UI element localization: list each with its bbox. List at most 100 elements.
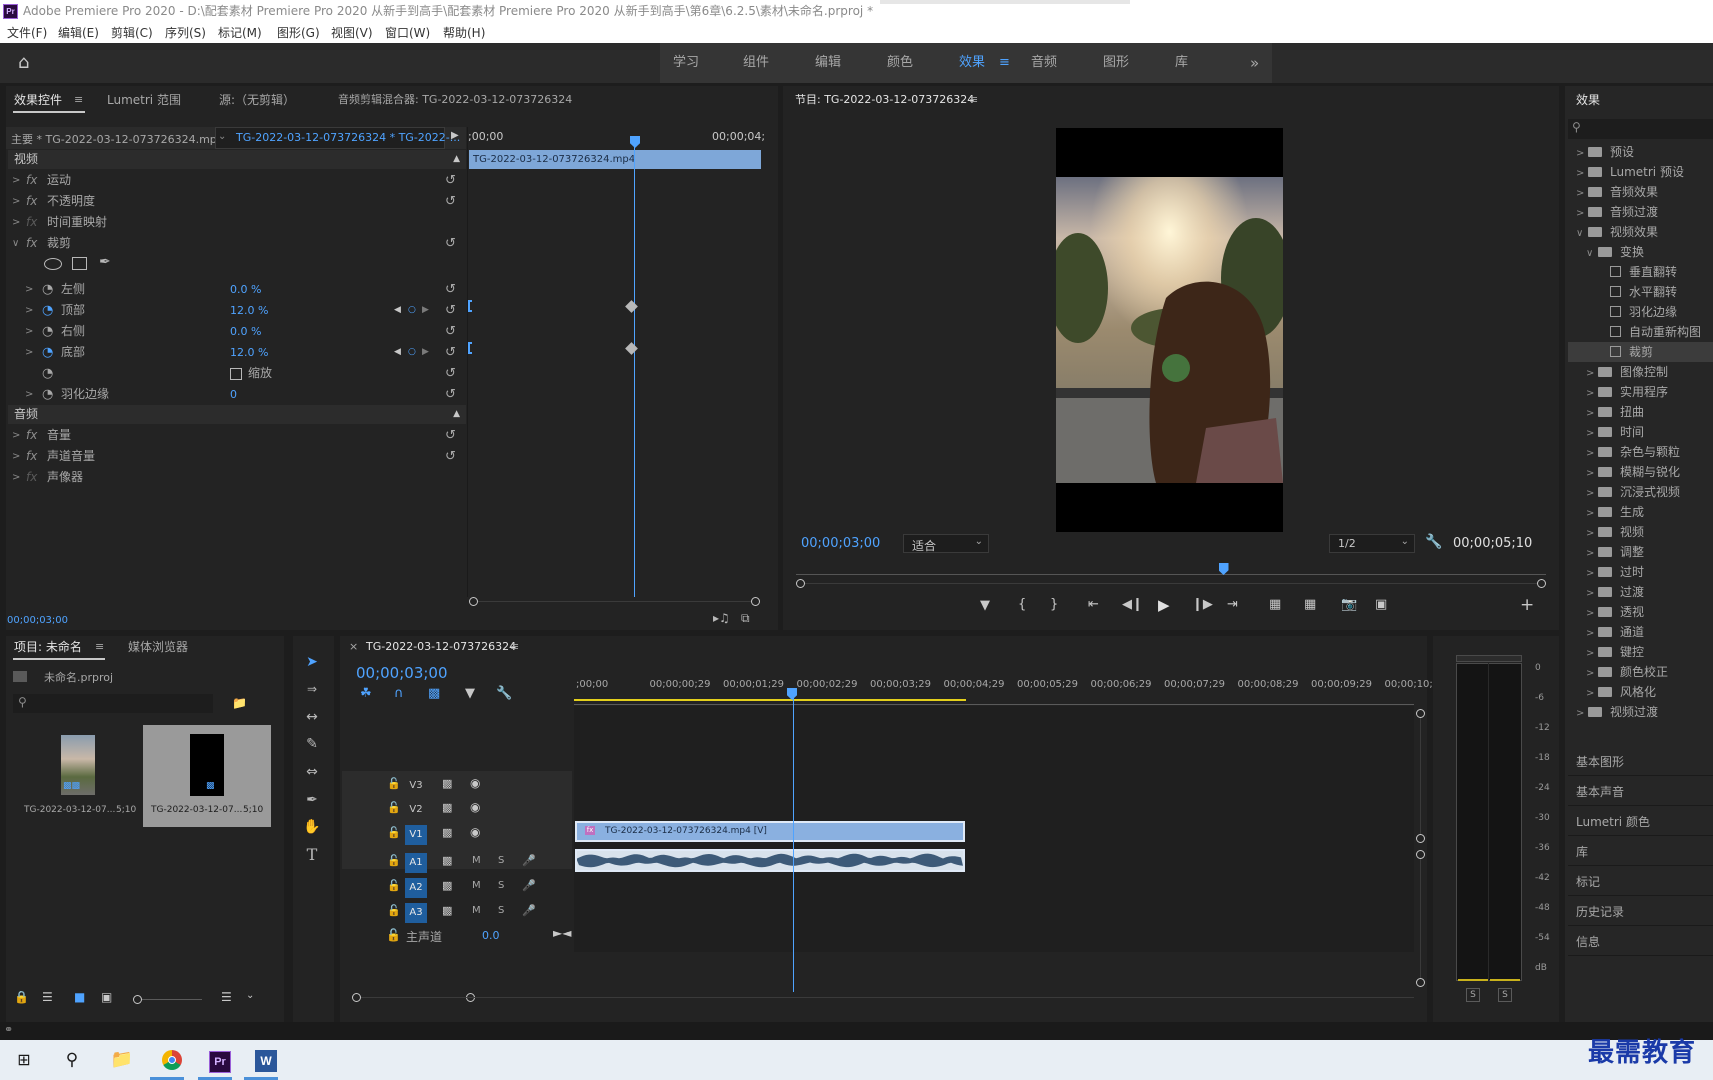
effect-tree-item[interactable]: > 音频效果: [1568, 182, 1713, 202]
file-explorer-icon[interactable]: 📁: [102, 1040, 142, 1080]
tab-source[interactable]: 源:（无剪辑）: [219, 87, 295, 113]
effect-tree-item[interactable]: > 透视: [1568, 602, 1713, 622]
program-zoom-bar[interactable]: [805, 583, 1537, 584]
side-panel-tab[interactable]: 信息: [1568, 928, 1713, 956]
project-search-input[interactable]: ⚲: [13, 694, 213, 713]
track-target-button[interactable]: A1: [405, 853, 427, 873]
reset-icon[interactable]: ↺: [445, 191, 456, 212]
crop-param-zoom[interactable]: ◔ 缩放 ↺: [8, 363, 463, 384]
effects-search-input[interactable]: ⚲: [1568, 119, 1713, 139]
tab-effect-controls[interactable]: 效果控件: [14, 87, 62, 113]
hand-tool-icon[interactable]: ✋: [301, 816, 323, 838]
effect-row-motion[interactable]: > fx 运动 ↺: [8, 170, 463, 191]
tab-lumetri-scopes[interactable]: Lumetri 范围: [107, 87, 181, 113]
go-to-in-icon[interactable]: ⇤: [1088, 597, 1099, 612]
ec-zoom-scrollbar[interactable]: [469, 597, 760, 606]
effect-row-channel-volume[interactable]: > fx 声道音量 ↺: [8, 446, 463, 467]
sync-lock-icon[interactable]: ▩: [442, 777, 452, 790]
effect-tree-item[interactable]: > 杂色与颗粒: [1568, 442, 1713, 462]
workspace-effects[interactable]: 效果: [959, 43, 985, 83]
crop-param-right[interactable]: > ◔ 右侧 0.0 % ↺: [8, 321, 463, 342]
taskbar-search-icon[interactable]: ⚲: [52, 1040, 92, 1080]
effect-tree-item[interactable]: ∨ 变换: [1568, 242, 1713, 262]
zoom-slider[interactable]: [142, 999, 202, 1000]
crop-param-bottom[interactable]: > ◔ 底部 12.0 % ◀ ○ ▶ ↺: [8, 342, 463, 363]
solo-button[interactable]: S: [498, 880, 504, 891]
side-panel-tab[interactable]: Lumetri 颜色: [1568, 808, 1713, 836]
play-icon[interactable]: ▶: [1158, 596, 1170, 614]
workspace-color[interactable]: 颜色: [887, 43, 913, 83]
pen-mask-icon[interactable]: ✒: [99, 254, 111, 270]
side-panel-tab[interactable]: 基本声音: [1568, 778, 1713, 806]
effect-tree-item[interactable]: > 生成: [1568, 502, 1713, 522]
effect-tree-item[interactable]: > 视频: [1568, 522, 1713, 542]
step-back-icon[interactable]: ◀❙: [1122, 597, 1143, 612]
list-view-icon[interactable]: ☰: [42, 990, 53, 1004]
premiere-taskbar-icon[interactable]: Pr: [200, 1040, 240, 1080]
microphone-icon[interactable]: 🎤: [522, 879, 536, 892]
effect-tree-item[interactable]: > 音频过渡: [1568, 202, 1713, 222]
lock-icon[interactable]: 🔓: [387, 801, 401, 814]
ec-current-time[interactable]: 00;00;03;00: [7, 615, 68, 626]
effect-tree-item[interactable]: > 通道: [1568, 622, 1713, 642]
effect-tree-item[interactable]: > 颜色校正: [1568, 662, 1713, 682]
chevron-down-icon[interactable]: ⌄: [246, 990, 254, 1001]
reset-icon[interactable]: ↺: [445, 425, 456, 446]
workspace-libraries[interactable]: 库: [1175, 43, 1188, 83]
pen-tool-icon[interactable]: ✒: [301, 789, 323, 811]
linked-selection-icon[interactable]: ▩: [428, 686, 440, 701]
effect-tree-item[interactable]: 自动重新构图: [1568, 322, 1713, 342]
track-target-button[interactable]: V2: [405, 800, 427, 820]
workspace-graphics[interactable]: 图形: [1103, 43, 1129, 83]
ec-clip-bar[interactable]: TG-2022-03-12-073726324.mp4: [469, 150, 761, 169]
audio-clip[interactable]: [575, 849, 965, 872]
settings-wrench-icon[interactable]: 🔧: [1425, 534, 1442, 550]
icon-view-icon[interactable]: ■: [74, 990, 85, 1004]
menu-help[interactable]: 帮助(H): [443, 23, 485, 43]
slip-tool-icon[interactable]: ⇔: [301, 761, 323, 783]
resolution-dropdown[interactable]: 1/2 ⌄: [1329, 534, 1415, 553]
menu-marker[interactable]: 标记(M): [218, 23, 262, 43]
tab-effect-controls-menu-icon[interactable]: ≡: [74, 87, 83, 113]
timeline-settings-wrench-icon[interactable]: 🔧: [496, 686, 512, 701]
effect-row-panner[interactable]: > fx 声像器: [8, 467, 463, 488]
track-target-button[interactable]: A2: [405, 878, 427, 898]
sync-lock-icon[interactable]: ▩: [442, 879, 452, 892]
crop-bottom-value[interactable]: 12.0 %: [230, 342, 268, 363]
lock-icon[interactable]: 🔓: [387, 826, 401, 839]
workspace-menu-icon[interactable]: ≡: [999, 43, 1010, 83]
effect-row-volume[interactable]: > fx 音量 ↺: [8, 425, 463, 446]
selection-tool-icon[interactable]: ➤: [301, 651, 323, 673]
extract-icon[interactable]: ▦: [1304, 597, 1316, 612]
effect-tree-item[interactable]: > 调整: [1568, 542, 1713, 562]
home-icon[interactable]: ⌂: [18, 43, 29, 83]
zoom-dropdown[interactable]: 适合 ⌄: [903, 534, 989, 553]
program-menu-icon[interactable]: ≡: [969, 87, 978, 113]
solo-button[interactable]: S: [498, 905, 504, 916]
track-target-button[interactable]: A3: [405, 903, 427, 923]
reset-icon[interactable]: ↺: [445, 233, 456, 254]
mute-button[interactable]: M: [472, 855, 481, 866]
menu-edit[interactable]: 编辑(E): [58, 23, 99, 43]
tab-audio-clip-mixer[interactable]: 音频剪辑混合器: TG-2022-03-12-073726324: [338, 87, 572, 113]
effect-tree-item[interactable]: > 实用程序: [1568, 382, 1713, 402]
lock-icon[interactable]: 🔓: [386, 928, 401, 942]
snap-icon[interactable]: ∩: [394, 686, 404, 701]
lock-icon[interactable]: 🔓: [387, 854, 401, 867]
program-monitor-title[interactable]: 节目: TG-2022-03-12-073726324: [795, 87, 974, 113]
filter-audio-icon[interactable]: ▸♫: [713, 611, 730, 625]
effect-row-opacity[interactable]: > fx 不透明度 ↺: [8, 191, 463, 212]
crop-right-value[interactable]: 0.0 %: [230, 321, 261, 342]
lift-icon[interactable]: ▦: [1269, 597, 1281, 612]
project-menu-icon[interactable]: ≡: [95, 634, 104, 660]
effect-row-time-remap[interactable]: > fx 时间重映射: [8, 212, 463, 233]
effect-tree-item[interactable]: > 过渡: [1568, 582, 1713, 602]
tab-project[interactable]: 项目: 未命名: [14, 634, 82, 660]
project-item-1[interactable]: ▩▩ TG-2022-03-12-07... 5;10: [14, 725, 142, 827]
effect-tree-item[interactable]: 羽化边缘: [1568, 302, 1713, 322]
eye-icon[interactable]: ◉: [470, 825, 480, 839]
windows-start-icon[interactable]: ⊞: [4, 1040, 44, 1080]
chrome-icon[interactable]: [152, 1040, 192, 1080]
sync-lock-icon[interactable]: ▩: [442, 801, 452, 814]
crop-param-edge-feather[interactable]: > ◔ 羽化边缘 0 ↺: [8, 384, 463, 405]
